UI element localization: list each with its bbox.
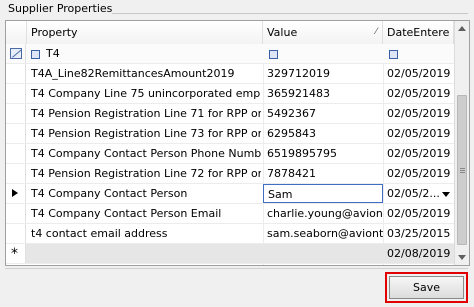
cell-value[interactable]: 329712019 xyxy=(263,64,383,83)
cell-date[interactable]: 02/05/2019 xyxy=(383,164,454,183)
table-row[interactable]: T4 Pension Registration Line 71 for RPP … xyxy=(6,104,454,124)
table-row[interactable]: t4 contact email address sam.seaborn@avi… xyxy=(6,224,454,244)
cell-property[interactable]: T4A_Line82RemittancesAmount2019 xyxy=(27,64,261,83)
cell-property[interactable]: T4 Pension Registration Line 73 for RPP … xyxy=(27,124,261,143)
cell-property[interactable]: T4 Company Contact Person Phone Number xyxy=(27,144,261,163)
new-row-cell-property[interactable] xyxy=(27,244,261,263)
new-row-star-icon: * xyxy=(11,246,18,262)
filter-row: T4 xyxy=(6,44,454,64)
new-row-cell-value[interactable] xyxy=(263,244,383,263)
column-header-date-label: DateEntere xyxy=(387,26,450,39)
cell-date[interactable]: 02/05/2... xyxy=(383,184,454,203)
table-row[interactable]: T4 Company Contact Person Phone Number 6… xyxy=(6,144,454,164)
cell-date[interactable]: 02/05/2019 xyxy=(383,144,454,163)
row-selector[interactable] xyxy=(6,104,26,123)
vertical-scrollbar[interactable] xyxy=(454,21,469,265)
row-selector[interactable] xyxy=(6,204,26,223)
cell-value[interactable]: sam.seaborn@avionte... xyxy=(263,224,383,243)
cell-value[interactable]: 6295843 xyxy=(263,124,383,143)
column-header-value-label: Value xyxy=(267,26,298,39)
scroll-up-icon[interactable] xyxy=(458,26,466,31)
cell-value[interactable]: 5492367 xyxy=(263,104,383,123)
cell-value-editing[interactable]: Sam xyxy=(263,184,383,203)
group-divider xyxy=(112,13,468,14)
filter-cell-date[interactable] xyxy=(383,44,454,63)
filter-cell-property[interactable]: T4 xyxy=(27,44,261,63)
column-header-property-label: Property xyxy=(31,26,78,39)
column-header-date[interactable]: DateEntere xyxy=(383,21,454,44)
grid-header: Property Value ⁄ DateEntere xyxy=(6,21,469,45)
cell-date[interactable]: 03/25/2015 xyxy=(383,224,454,243)
cell-property[interactable]: t4 contact email address xyxy=(27,224,261,243)
filter-icon[interactable] xyxy=(10,48,22,59)
row-selector[interactable] xyxy=(6,184,26,203)
filter-row-selector[interactable] xyxy=(6,44,26,63)
dropdown-arrow-icon[interactable] xyxy=(442,192,450,197)
row-selector[interactable] xyxy=(6,224,26,243)
column-header-value[interactable]: Value ⁄ xyxy=(263,21,383,44)
filter-operator-icon[interactable] xyxy=(269,49,278,59)
row-selector[interactable] xyxy=(6,164,26,183)
grip-line xyxy=(460,168,465,169)
scrollbar-thumb[interactable] xyxy=(457,95,467,245)
table-row[interactable]: T4 Company Contact Person Email charlie.… xyxy=(6,204,454,224)
save-button[interactable]: Save xyxy=(385,272,468,303)
cell-value[interactable]: 7878421 xyxy=(263,164,383,183)
cell-value[interactable]: 6519895795 xyxy=(263,144,383,163)
row-selector[interactable] xyxy=(6,124,26,143)
table-row[interactable]: T4 Company Line 75 unincorporated emplo.… xyxy=(6,84,454,104)
row-selector[interactable] xyxy=(6,144,26,163)
filter-operator-icon[interactable] xyxy=(389,49,398,59)
new-row[interactable]: * 02/08/2019 xyxy=(6,244,454,264)
filter-operator-icon[interactable] xyxy=(31,49,40,59)
scroll-down-icon[interactable] xyxy=(458,255,466,260)
header-selector xyxy=(6,21,27,44)
cell-property[interactable]: T4 Pension Registration Line 71 for RPP … xyxy=(27,104,261,123)
cell-date[interactable]: 02/05/2019 xyxy=(383,124,454,143)
cell-property[interactable]: T4 Company Contact Person xyxy=(27,184,261,203)
row-selector[interactable] xyxy=(6,84,26,103)
filter-property-value[interactable]: T4 xyxy=(46,47,60,60)
cell-property[interactable]: T4 Company Contact Person Email xyxy=(27,204,261,223)
cell-date[interactable]: 02/05/2019 xyxy=(383,204,454,223)
new-row-selector[interactable]: * xyxy=(6,244,26,263)
cell-value[interactable]: 365921483 xyxy=(263,84,383,103)
cell-property[interactable]: T4 Pension Registration Line 72 for RPP … xyxy=(27,164,261,183)
supplier-properties-grid[interactable]: Property Value ⁄ DateEntere T4 T4A_Line8… xyxy=(5,20,470,266)
cell-date-text: 02/05/2... xyxy=(387,187,440,200)
cell-property[interactable]: T4 Company Line 75 unincorporated emplo.… xyxy=(27,84,261,103)
cell-value[interactable]: charlie.young@avion... xyxy=(263,204,383,223)
current-row-arrow-icon xyxy=(12,189,18,197)
table-row[interactable]: T4 Pension Registration Line 73 for RPP … xyxy=(6,124,454,144)
sort-icon: ⁄ xyxy=(375,27,377,37)
row-selector[interactable] xyxy=(6,64,26,83)
footer-divider xyxy=(5,268,468,269)
group-title: Supplier Properties xyxy=(8,2,113,15)
column-header-property[interactable]: Property xyxy=(27,21,263,44)
table-row[interactable]: T4A_Line82RemittancesAmount2019 32971201… xyxy=(6,64,454,84)
new-row-cell-date[interactable]: 02/08/2019 xyxy=(383,244,454,263)
table-row-current[interactable]: T4 Company Contact Person Sam 02/05/2... xyxy=(6,184,454,204)
filter-cell-value[interactable] xyxy=(263,44,383,63)
grip-line xyxy=(460,172,465,173)
table-row[interactable]: T4 Pension Registration Line 72 for RPP … xyxy=(6,164,454,184)
cell-date[interactable]: 02/05/2019 xyxy=(383,104,454,123)
cell-date[interactable]: 02/05/2019 xyxy=(383,84,454,103)
grip-line xyxy=(460,170,465,171)
cell-date[interactable]: 02/05/2019 xyxy=(383,64,454,83)
